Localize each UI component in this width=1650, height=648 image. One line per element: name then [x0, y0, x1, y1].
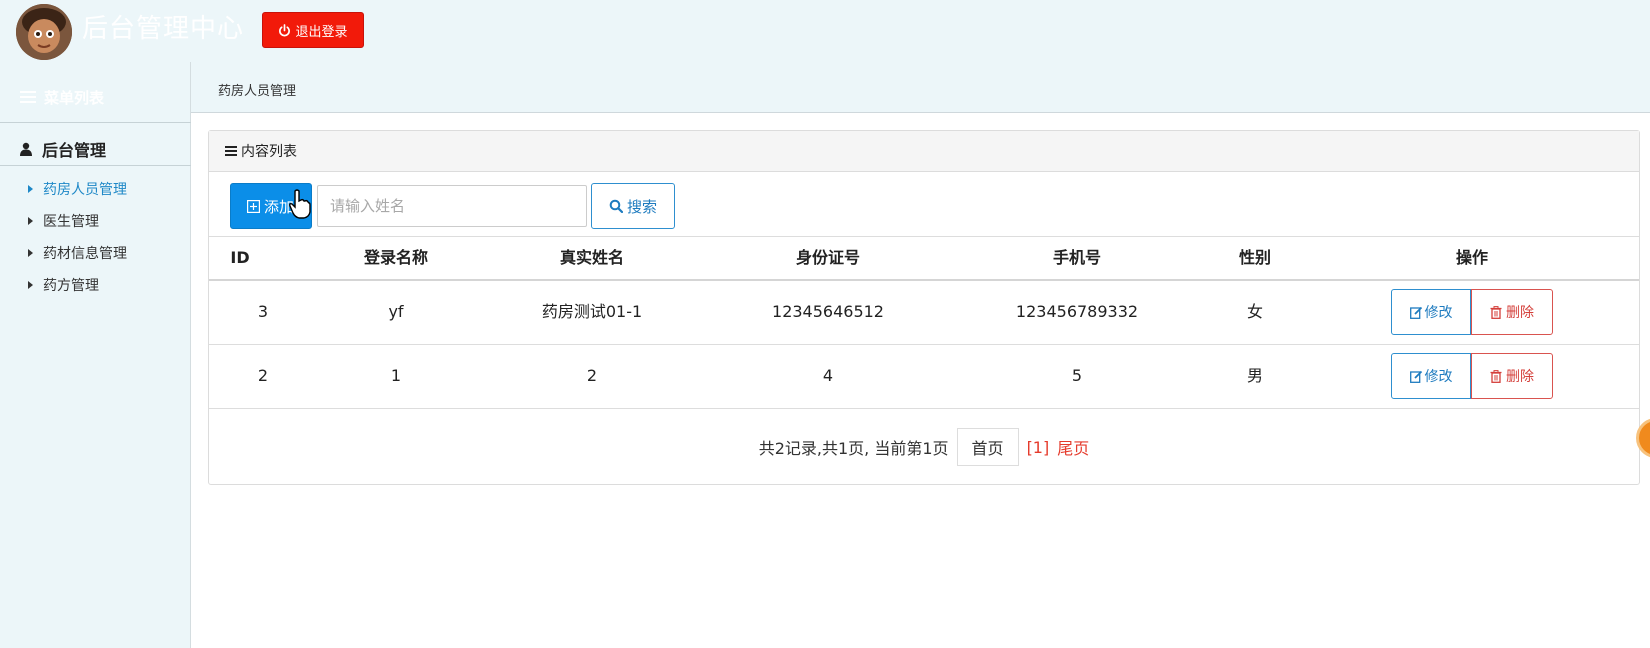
sidebar-divider [0, 122, 191, 123]
last-page-link[interactable]: 尾页 [1057, 435, 1089, 459]
logout-button[interactable]: 退出登录 [262, 12, 364, 48]
cell-idcard: 12345646512 [772, 302, 884, 321]
sidebar-item-prescriptions[interactable]: 药方管理 [28, 274, 99, 296]
row-divider [209, 408, 1639, 409]
menu-header: 菜单列表 [0, 82, 191, 112]
group-divider [0, 165, 191, 166]
row-actions: 修改 删除 [1391, 289, 1553, 335]
col-header-login: 登录名称 [363, 248, 429, 267]
row-actions: 修改 删除 [1391, 353, 1553, 399]
caret-right-icon [28, 249, 33, 257]
panel-header: 内容列表 [209, 131, 1639, 172]
trash-icon [1490, 369, 1502, 383]
list-icon [225, 146, 237, 156]
edit-icon [1409, 306, 1422, 319]
sidebar-item-label: 医生管理 [43, 214, 99, 230]
pagination: 共2记录,共1页, 当前第1页 首页 [1] 尾页 [209, 428, 1639, 466]
cell-id: 2 [257, 366, 269, 385]
edit-button[interactable]: 修改 [1391, 289, 1471, 335]
sidebar: 菜单列表 后台管理 药房人员管理 医生管理 药材信息管理 药方管理 [0, 62, 191, 648]
cell-name: 2 [586, 366, 598, 385]
list-icon [20, 91, 36, 103]
sidebar-item-pharmacy-staff[interactable]: 药房人员管理 [28, 178, 127, 200]
panel-title: 内容列表 [241, 144, 297, 160]
user-icon [20, 142, 32, 156]
search-button[interactable]: 搜索 [591, 183, 675, 229]
sidebar-item-label: 药材信息管理 [43, 246, 127, 262]
content-panel: 内容列表 添加 搜索 ID 登录名称 真实姓名 身份证号 手机号 性别 操作 3… [208, 130, 1640, 485]
power-icon [279, 23, 291, 36]
sidebar-item-label: 药房人员管理 [43, 182, 127, 198]
header-divider [209, 279, 1639, 281]
cell-phone: 123456789332 [1015, 302, 1139, 321]
sidebar-item-herbs[interactable]: 药材信息管理 [28, 242, 127, 264]
delete-label: 删除 [1506, 369, 1534, 385]
edit-button[interactable]: 修改 [1391, 353, 1471, 399]
cell-login: 1 [390, 366, 402, 385]
caret-right-icon [28, 217, 33, 225]
trash-icon [1490, 305, 1502, 319]
cell-name: 药房测试01-1 [541, 302, 643, 321]
plus-square-icon [247, 199, 260, 213]
search-label: 搜索 [626, 197, 657, 216]
cell-phone: 5 [1071, 366, 1083, 385]
col-header-gender: 性别 [1238, 248, 1272, 267]
caret-right-icon [28, 185, 33, 193]
col-header-phone: 手机号 [1052, 248, 1102, 267]
edit-label: 修改 [1424, 369, 1453, 385]
cell-id: 3 [257, 302, 269, 321]
delete-label: 删除 [1506, 305, 1534, 321]
cell-login: yf [388, 302, 404, 321]
top-header: 后台管理中心 退出登录 [0, 0, 1650, 62]
cell-gender: 女 [1246, 302, 1264, 321]
avatar [16, 4, 72, 60]
col-header-idcard: 身份证号 [795, 248, 861, 267]
delete-button[interactable]: 删除 [1471, 353, 1553, 399]
first-page-button[interactable]: 首页 [956, 428, 1019, 466]
delete-button[interactable]: 删除 [1471, 289, 1553, 335]
search-input[interactable] [317, 185, 587, 227]
edit-label: 修改 [1424, 305, 1453, 321]
col-header-name: 真实姓名 [559, 248, 625, 267]
sidebar-group-admin[interactable]: 后台管理 [20, 132, 106, 166]
menu-header-label: 菜单列表 [44, 88, 105, 107]
hand-cursor-icon [289, 189, 311, 219]
col-header-actions: 操作 [1455, 248, 1489, 267]
sidebar-item-label: 药方管理 [43, 278, 99, 294]
pager-summary: 共2记录,共1页, 当前第1页 [758, 439, 949, 458]
search-icon [609, 199, 623, 213]
col-header-id: ID [230, 248, 250, 267]
logout-label: 退出登录 [295, 24, 348, 40]
cell-idcard: 4 [822, 366, 834, 385]
current-page: [1] [1026, 437, 1050, 457]
app-title: 后台管理中心 [82, 14, 245, 44]
caret-right-icon [28, 281, 33, 289]
sidebar-item-doctors[interactable]: 医生管理 [28, 210, 99, 232]
row-divider [209, 344, 1639, 345]
breadcrumb: 药房人员管理 [218, 84, 297, 99]
cell-gender: 男 [1246, 366, 1264, 385]
edit-icon [1409, 370, 1422, 383]
group-title-label: 后台管理 [42, 141, 107, 160]
table-top-divider [209, 236, 1639, 237]
